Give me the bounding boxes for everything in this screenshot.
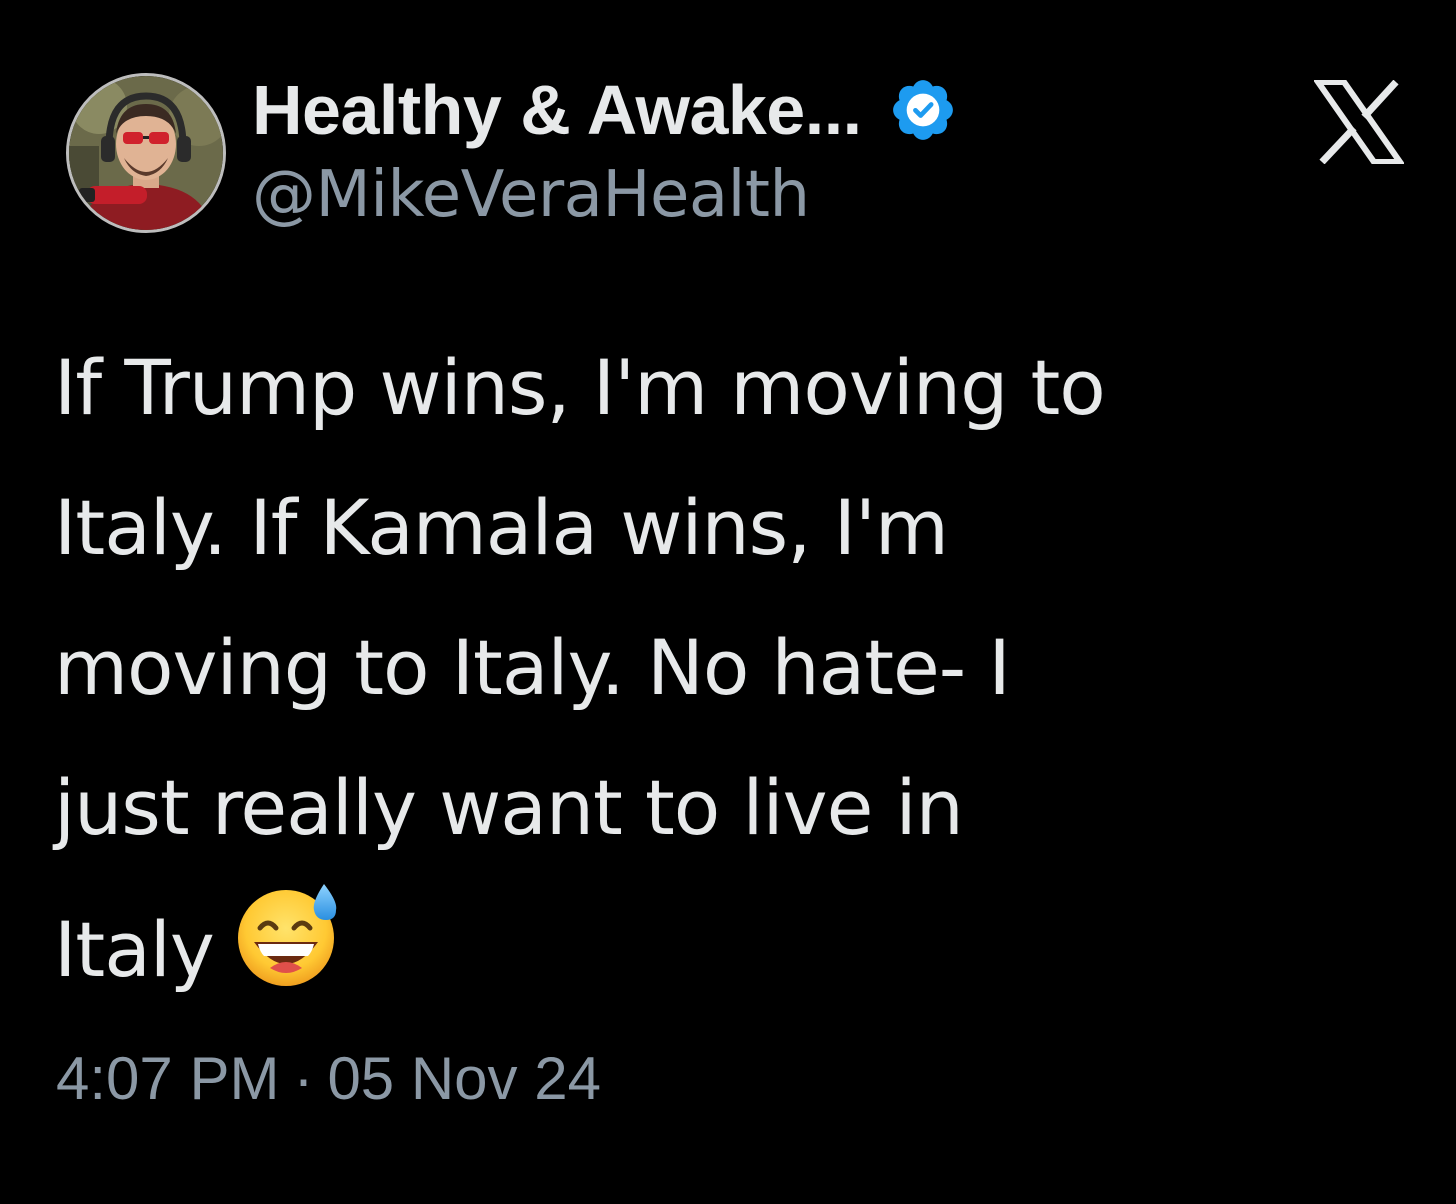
- grinning-sweat-emoji-icon: [232, 878, 344, 1034]
- avatar[interactable]: [66, 73, 226, 233]
- display-name[interactable]: Healthy & Awake...: [252, 70, 862, 150]
- verified-badge-icon: [888, 75, 958, 145]
- tweet-header: Healthy & Awake... @MikeVeraHealth: [52, 70, 1412, 250]
- tweet-text-line: Italy. If Kamala wins, I'm: [54, 483, 949, 572]
- tweet-text-line: If Trump wins, I'm moving to: [54, 343, 1106, 432]
- avatar-photo-icon: [69, 76, 223, 230]
- tweet-time: 4:07 PM: [56, 1045, 280, 1112]
- x-logo-icon[interactable]: [1312, 79, 1406, 165]
- author-handle[interactable]: @MikeVeraHealth: [252, 158, 958, 232]
- tweet-date: 05 Nov 24: [327, 1045, 601, 1112]
- tweet-text: If Trump wins, I'm moving to Italy. If K…: [54, 318, 1414, 1034]
- tweet-card: Healthy & Awake... @MikeVeraHealth If Tr…: [0, 0, 1456, 1204]
- tweet-timestamp[interactable]: 4:07 PM · 05 Nov 24: [56, 1044, 601, 1113]
- author-info: Healthy & Awake... @MikeVeraHealth: [252, 70, 958, 232]
- timestamp-separator: ·: [293, 1045, 314, 1112]
- tweet-text-line: moving to Italy. No hate- I: [54, 623, 1011, 712]
- tweet-text-line: Italy: [54, 905, 215, 994]
- display-name-row: Healthy & Awake...: [252, 70, 958, 150]
- tweet-text-line: just really want to live in: [54, 763, 964, 852]
